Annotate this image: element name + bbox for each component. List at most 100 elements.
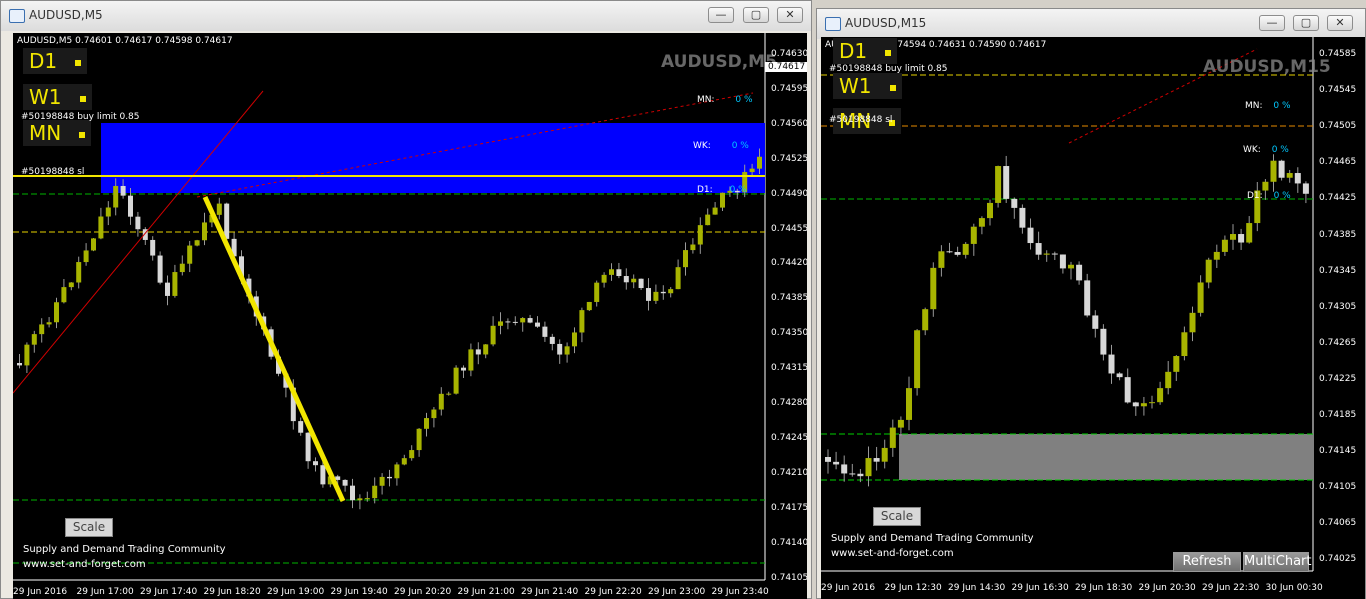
- timeframe-label: W1: [29, 85, 62, 109]
- timeframe-mn[interactable]: MN: [23, 120, 92, 146]
- candle-body: [906, 388, 912, 420]
- time-tick-label: 29 Jun 18:30: [1075, 583, 1133, 593]
- price-tick-label: 0.74420: [771, 258, 807, 269]
- scale-button[interactable]: Scale: [873, 507, 921, 526]
- candle-body: [172, 272, 178, 296]
- candle-body: [616, 269, 622, 277]
- order-label-sl: #50198848 sl: [21, 167, 85, 177]
- timeframe-d1[interactable]: D1: [833, 38, 898, 64]
- current-price-tag: 0.74617: [765, 62, 807, 72]
- price-tick-label: 0.74105: [1319, 482, 1357, 493]
- yellow-trend-line: [202, 195, 346, 503]
- candle-body: [364, 498, 370, 500]
- chart-window-icon: [825, 17, 841, 31]
- candle-body: [653, 291, 659, 301]
- time-tick-label: 29 Jun 12:30: [884, 583, 942, 593]
- chart-window-audusd-m15[interactable]: AUDUSD,M15 — ▢ ✕ AUDUSD,M15 0.74594 0.74…: [816, 8, 1366, 599]
- time-tick-label: 29 Jun 23:00: [648, 587, 706, 597]
- price-tick-label: 0.74350: [771, 328, 807, 339]
- price-tick-label: 0.74065: [1319, 518, 1357, 529]
- candle-body: [668, 289, 674, 294]
- candle-body: [475, 349, 481, 355]
- price-tick-label: 0.74145: [1319, 446, 1357, 457]
- minimize-button[interactable]: —: [708, 7, 734, 23]
- pct-wk: WK: 0 %: [693, 141, 749, 151]
- candle-body: [572, 332, 577, 347]
- price-chart[interactable]: AUDUSD,M5 0.74601 0.74617 0.74598 0.7461…: [13, 33, 807, 599]
- time-tick-label: 29 Jun 23:40: [711, 587, 769, 597]
- time-tick-label: 29 Jun 22:30: [1202, 583, 1260, 593]
- price-chart[interactable]: AUDUSD,M15 0.74594 0.74631 0.74590 0.746…: [821, 37, 1365, 599]
- window-title: AUDUSD,M15: [845, 16, 927, 30]
- candle-body: [995, 166, 1002, 203]
- candle-body: [105, 207, 111, 217]
- time-tick-label: 29 Jun 21:40: [521, 587, 579, 597]
- close-button[interactable]: ✕: [1327, 15, 1353, 31]
- title-bar[interactable]: AUDUSD,M15 — ▢ ✕: [817, 9, 1365, 39]
- candle-body: [83, 250, 89, 263]
- candle-body: [468, 349, 474, 371]
- time-tick-label: 29 Jun 18:20: [203, 587, 261, 597]
- supply-demand-zone: [899, 434, 1313, 480]
- timeframe-w1[interactable]: W1: [833, 73, 902, 99]
- time-tick-label: 29 Jun 20:20: [394, 587, 452, 597]
- price-tick-label: 0.74105: [771, 572, 807, 583]
- candle-body: [930, 267, 937, 310]
- candle-body: [1221, 239, 1228, 252]
- candle-body: [938, 251, 945, 268]
- candle-body: [335, 476, 341, 480]
- price-tick-label: 0.74585: [1319, 49, 1357, 59]
- price-tick-label: 0.74210: [771, 467, 807, 478]
- status-dot-icon: [79, 95, 86, 102]
- candle-body: [564, 346, 570, 355]
- price-tick-label: 0.74245: [771, 432, 807, 443]
- candle-body: [1068, 264, 1074, 269]
- timeframe-w1[interactable]: W1: [23, 84, 92, 110]
- timeframe-d1[interactable]: D1: [23, 48, 88, 74]
- window-title: AUDUSD,M5: [29, 8, 103, 22]
- candle-body: [897, 419, 904, 428]
- time-tick-label: 29 Jun 21:00: [457, 587, 515, 597]
- candle-body: [313, 461, 318, 466]
- candle-body: [1302, 183, 1309, 194]
- order-label-buy-limit: #50198848 buy limit 0.85: [21, 112, 140, 122]
- candle-body: [350, 485, 355, 501]
- candle-body: [76, 262, 82, 283]
- title-bar[interactable]: AUDUSD,M5 — ▢ ✕: [1, 1, 811, 31]
- candle-body: [490, 325, 496, 345]
- price-tick-label: 0.74175: [771, 502, 807, 513]
- candle-body: [914, 330, 921, 389]
- candle-body: [512, 321, 518, 323]
- timeframe-label: MN: [29, 121, 62, 145]
- candle-body: [586, 301, 592, 311]
- chart-window-audusd-m5[interactable]: AUDUSD,M5 — ▢ ✕ AUDUSD,M5 0.74601 0.7461…: [0, 0, 812, 599]
- candle-body: [298, 421, 304, 433]
- scale-button[interactable]: Scale: [65, 518, 113, 537]
- candle-body: [387, 476, 392, 479]
- time-tick-label: 29 Jun 19:40: [330, 587, 388, 597]
- price-tick-label: 0.74305: [1319, 301, 1357, 312]
- candle-body: [68, 282, 74, 288]
- refresh-button[interactable]: Refresh: [1173, 552, 1241, 572]
- candle-body: [320, 465, 326, 485]
- candle-body: [1003, 166, 1010, 199]
- candle-body: [157, 255, 163, 283]
- candle-body: [1132, 402, 1139, 407]
- multichart-button[interactable]: MultiChart: [1243, 552, 1312, 572]
- candle-body: [187, 245, 193, 264]
- time-tick-label: 29 Jun 16:30: [1011, 583, 1069, 593]
- candle-body: [1059, 254, 1066, 269]
- candle-body: [631, 278, 637, 283]
- candle-body: [749, 168, 755, 173]
- footer-community: Supply and Demand Trading Community: [831, 533, 1034, 544]
- close-button[interactable]: ✕: [777, 7, 803, 23]
- candle-body: [660, 291, 666, 294]
- candle-body: [1238, 234, 1245, 243]
- maximize-button[interactable]: ▢: [1293, 15, 1319, 31]
- candle-body: [24, 344, 30, 366]
- maximize-button[interactable]: ▢: [743, 7, 769, 23]
- minimize-button[interactable]: —: [1259, 15, 1285, 31]
- candle-body: [757, 156, 762, 169]
- candle-body: [379, 476, 385, 486]
- candle-body: [623, 276, 629, 283]
